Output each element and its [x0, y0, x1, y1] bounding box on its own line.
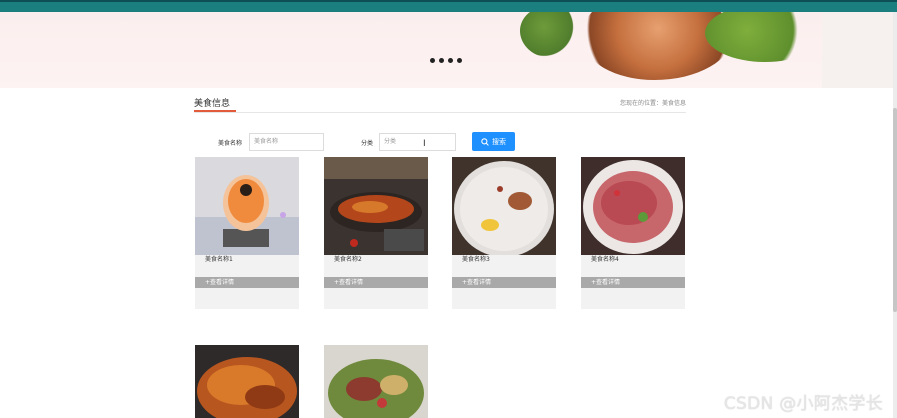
food-image[interactable]	[324, 157, 428, 255]
carousel-indicator	[430, 58, 462, 63]
carousel-dot[interactable]	[430, 58, 435, 63]
search-icon	[481, 137, 489, 146]
food-card[interactable]: 美食名称3 +查看详情	[452, 157, 556, 309]
search-button[interactable]: 搜索	[472, 132, 515, 151]
banner-carousel[interactable]	[0, 12, 893, 88]
carousel-dot[interactable]	[457, 58, 462, 63]
food-name: 美食名称1	[205, 256, 233, 263]
section-divider	[194, 112, 686, 113]
text-cursor-icon: I	[423, 139, 426, 149]
csdn-watermark: CSDN @小阿杰学长	[723, 394, 883, 414]
food-card[interactable]: 美食名称2 +查看详情	[324, 157, 428, 309]
food-name-label: 美食名称	[218, 140, 243, 147]
view-detail-button[interactable]: +查看详情	[581, 277, 685, 288]
food-name: 美食名称2	[334, 256, 362, 263]
category-input[interactable]: 分类	[379, 133, 456, 151]
food-image[interactable]	[195, 345, 299, 418]
food-name: 美食名称4	[591, 256, 619, 263]
carousel-dot[interactable]	[439, 58, 444, 63]
banner-shade	[822, 12, 893, 88]
food-card[interactable]	[195, 345, 299, 418]
food-card[interactable]	[324, 345, 428, 418]
view-detail-button[interactable]: +查看详情	[452, 277, 556, 288]
top-header-bar	[0, 0, 897, 12]
breadcrumb: 您现在的位置：美食信息	[620, 100, 687, 107]
view-detail-button[interactable]: +查看详情	[195, 277, 299, 288]
food-card[interactable]: 美食名称4 +查看详情	[581, 157, 685, 309]
food-image[interactable]	[452, 157, 556, 255]
section-title: 美食信息	[194, 99, 231, 109]
food-name-input[interactable]: 美食名称	[249, 133, 324, 151]
banner-leaf-decoration	[520, 12, 580, 58]
food-image[interactable]	[581, 157, 685, 255]
search-button-label: 搜索	[492, 137, 506, 146]
food-name: 美食名称3	[462, 256, 490, 263]
food-card[interactable]: 美食名称1 +查看详情	[195, 157, 299, 309]
view-detail-button[interactable]: +查看详情	[324, 277, 428, 288]
category-label: 分类	[361, 140, 374, 147]
food-image[interactable]	[324, 345, 428, 418]
scrollbar-thumb[interactable]	[893, 108, 897, 312]
food-image[interactable]	[195, 157, 299, 255]
carousel-dot[interactable]	[448, 58, 453, 63]
